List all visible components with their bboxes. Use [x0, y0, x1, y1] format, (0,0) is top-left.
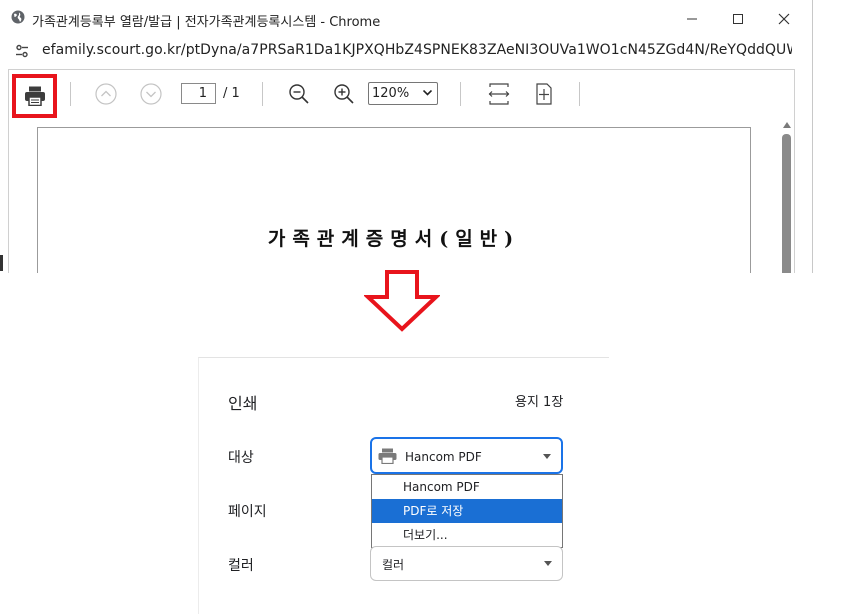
scroll-thumb[interactable]: [782, 134, 791, 273]
destination-option-save-pdf[interactable]: PDF로 저장: [372, 499, 562, 523]
globe-icon: [11, 10, 25, 24]
address-bar[interactable]: efamily.scourt.go.kr/ptDyna/a7PRSaR1Da1K…: [0, 38, 812, 66]
minimize-icon: [687, 18, 697, 20]
color-value: 컬러: [382, 558, 405, 572]
sheet-count: 용지 1장: [515, 395, 564, 410]
zoom-in-icon[interactable]: [333, 83, 355, 105]
dialog-title: 인쇄: [228, 394, 258, 413]
destination-value: Hancom PDF: [405, 450, 482, 464]
scroll-up-icon[interactable]: [783, 122, 791, 128]
printer-icon: [378, 448, 397, 464]
page-number-input[interactable]: 1: [181, 83, 216, 104]
title-bar: 가족관계등록부 열람/발급 | 전자가족관계등록시스템 - Chrome: [0, 0, 812, 38]
browser-window: 가족관계등록부 열람/발급 | 전자가족관계등록시스템 - Chrome efa…: [0, 0, 813, 273]
page-total: / 1: [223, 86, 240, 101]
destination-dropdown: Hancom PDF PDF로 저장 더보기...: [371, 474, 563, 548]
next-page-icon[interactable]: [140, 83, 162, 105]
fit-width-icon[interactable]: [488, 83, 510, 105]
down-arrow-icon: [364, 270, 440, 332]
toolbar-divider: [70, 82, 71, 106]
maximize-icon: [733, 14, 743, 24]
pages-label: 페이지: [228, 504, 267, 520]
site-settings-icon[interactable]: [14, 43, 30, 59]
printer-icon: [24, 86, 45, 106]
close-button[interactable]: [770, 6, 798, 32]
background-window-edge: [0, 255, 3, 271]
zoom-value: 120%: [372, 86, 410, 101]
destination-option-more[interactable]: 더보기...: [372, 523, 562, 547]
zoom-out-icon[interactable]: [288, 83, 310, 105]
url-text[interactable]: efamily.scourt.go.kr/ptDyna/a7PRSaR1Da1K…: [42, 42, 792, 58]
window-title: 가족관계등록부 열람/발급 | 전자가족관계등록시스템 - Chrome: [32, 15, 381, 30]
pdf-viewer: 1 / 1 120% 가족관계증명서(일반): [8, 69, 795, 273]
previous-page-icon[interactable]: [95, 83, 117, 105]
maximize-button[interactable]: [724, 6, 752, 32]
caret-down-icon: [543, 454, 551, 459]
destination-option-hancom[interactable]: Hancom PDF: [372, 475, 562, 499]
print-dialog: 인쇄 용지 1장 대상 Hancom PDF Hancom PDF PDF로 저…: [198, 357, 609, 614]
close-icon: [778, 13, 790, 25]
document-area: 가족관계증명서(일반): [9, 118, 794, 273]
pdf-toolbar: 1 / 1 120%: [9, 70, 794, 118]
zoom-select[interactable]: 120%: [368, 82, 438, 105]
print-button[interactable]: [12, 74, 57, 118]
vertical-scrollbar[interactable]: [780, 118, 794, 273]
toolbar-divider: [460, 82, 461, 106]
color-select[interactable]: 컬러: [370, 546, 563, 581]
color-label: 컬러: [228, 558, 254, 574]
minimize-button[interactable]: [678, 6, 706, 32]
destination-select[interactable]: Hancom PDF: [370, 437, 563, 474]
document-title: 가족관계증명서(일반): [267, 228, 521, 250]
destination-label: 대상: [228, 450, 254, 466]
print-settings-panel: 인쇄 용지 1장 대상 Hancom PDF Hancom PDF PDF로 저…: [199, 358, 589, 614]
caret-down-icon: [544, 561, 552, 566]
fit-page-icon[interactable]: [533, 83, 555, 105]
toolbar-divider: [262, 82, 263, 106]
toolbar-divider: [579, 82, 580, 106]
chevron-down-icon: [423, 90, 432, 96]
document-page: 가족관계증명서(일반): [37, 127, 751, 273]
